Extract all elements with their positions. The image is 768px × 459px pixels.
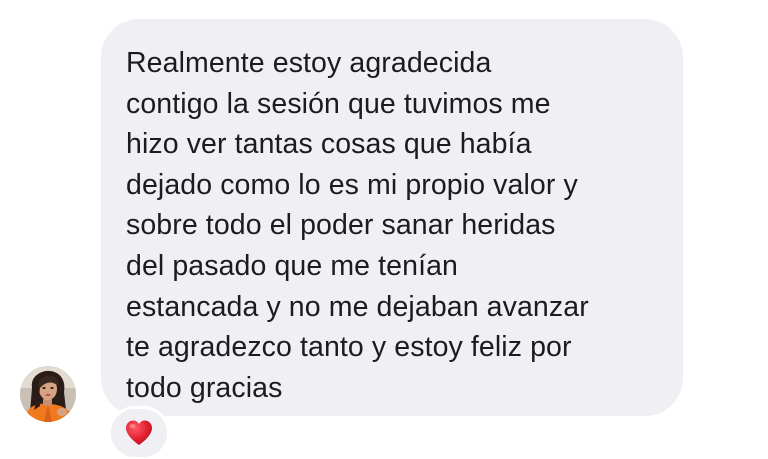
message-line: sobre todo el poder sanar heridas (126, 209, 556, 242)
message-text: Realmente estoy agradecida contigo la se… (126, 43, 676, 408)
conversation-view: Realmente estoy agradecida contigo la se… (0, 0, 768, 459)
message-line: hizo ver tantas cosas que había (126, 128, 532, 161)
message-line: te agradezco tanto y estoy feliz por (126, 331, 572, 364)
reaction-badge[interactable] (108, 406, 170, 459)
avatar-image (20, 366, 76, 422)
message-line: del pasado que me tenían (126, 249, 458, 282)
message-line: contigo la sesión que tuvimos me (126, 87, 551, 120)
message-line: Realmente estoy agradecida (126, 47, 492, 79)
sender-avatar[interactable] (20, 366, 76, 422)
heart-icon (126, 420, 152, 445)
received-message-bubble[interactable]: Realmente estoy agradecida contigo la se… (101, 19, 683, 416)
message-line: todo gracias (126, 371, 283, 404)
message-line: estancada y no me dejaban avanzar (126, 290, 589, 323)
message-line: dejado como lo es mi propio valor y (126, 168, 578, 201)
